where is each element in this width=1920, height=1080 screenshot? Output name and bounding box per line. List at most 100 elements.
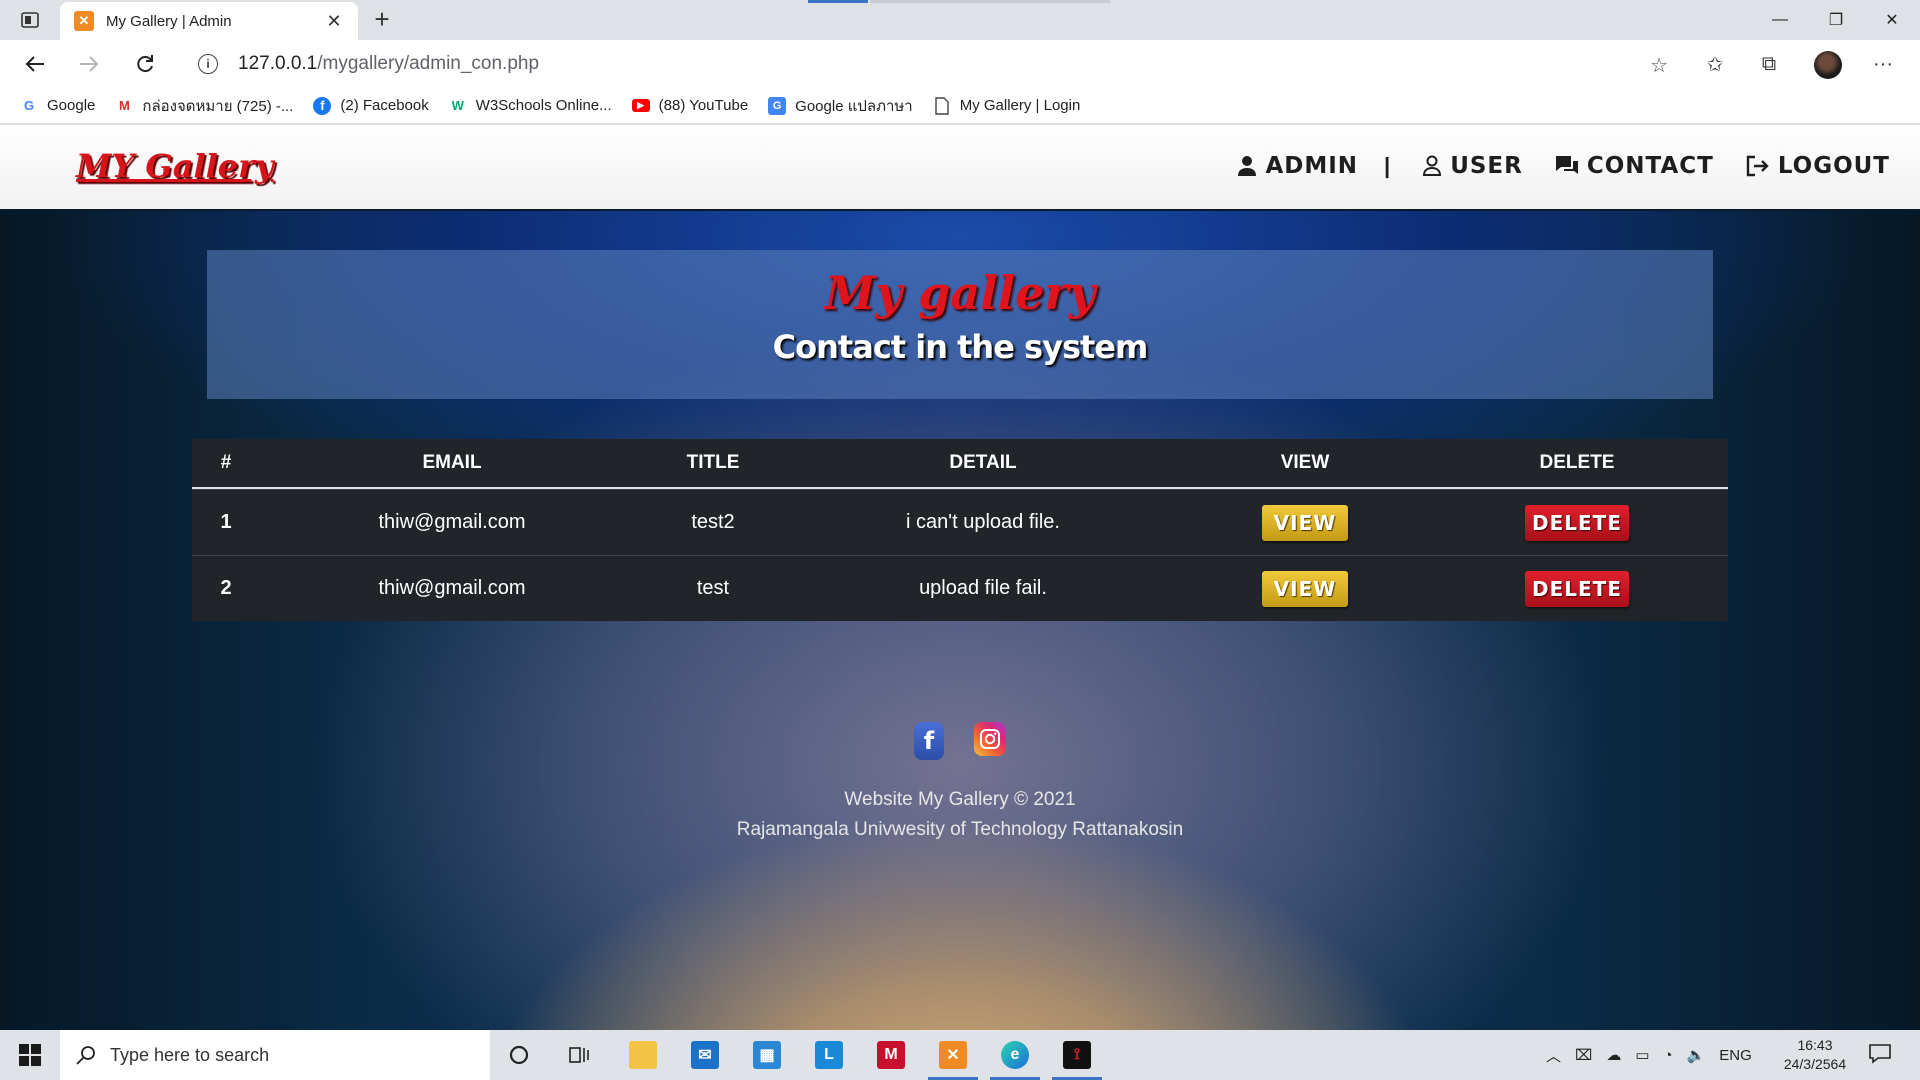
minimize-icon[interactable]: —	[1752, 0, 1808, 40]
edge-browser-icon[interactable]: e	[986, 1030, 1044, 1080]
task-view-icon[interactable]	[550, 1030, 608, 1080]
nav-separator: |	[1384, 153, 1391, 178]
contact-table: # EMAIL TITLE DETAIL VIEW DELETE 1 thiw@…	[192, 439, 1728, 621]
bookmark-google[interactable]: G Google	[20, 97, 95, 115]
gmail-icon: M	[118, 98, 130, 113]
collections-icon[interactable]: ⧉	[1752, 48, 1786, 80]
xampp-favicon-icon: ✕	[74, 11, 94, 31]
row-delete-cell: DELETE	[1426, 504, 1728, 541]
facebook-icon: f	[313, 96, 332, 115]
window-close-icon[interactable]: ✕	[1864, 0, 1920, 40]
bookmark-my-gallery-login[interactable]: My Gallery | Login	[933, 96, 1081, 115]
w3schools-icon: W	[451, 98, 464, 113]
bookmark-youtube[interactable]: ▶ (88) YouTube	[631, 97, 749, 114]
row-num: 2	[220, 577, 232, 599]
battery-icon[interactable]: ▭	[1635, 1046, 1649, 1064]
hero-title: My gallery	[824, 266, 1096, 320]
address-bar[interactable]: i 127.0.0.1/mygallery/admin_con.php ☆	[180, 45, 1680, 83]
site-brand-logo[interactable]: MY Gallery	[76, 147, 274, 185]
view-button[interactable]: VIEW	[1262, 504, 1348, 541]
nav-user-label: USER	[1450, 153, 1523, 179]
refresh-icon[interactable]	[128, 48, 162, 80]
browser-tabstrip: ✕ My Gallery | Admin ✕ + — ❐ ✕	[0, 0, 1920, 40]
nav-contact-label: CONTACT	[1586, 153, 1714, 179]
view-button[interactable]: VIEW	[1262, 570, 1348, 607]
language-indicator[interactable]: ENG	[1719, 1047, 1752, 1064]
header-email: EMAIL	[422, 452, 482, 473]
windows-taskbar: Type here to search ✉ ▦ L M ✕ e ⟟ ︿ ⌧ ☁ …	[0, 1030, 1920, 1080]
clock-date: 24/3/2564	[1783, 1056, 1847, 1072]
volume-icon[interactable]: 🔈	[1687, 1046, 1706, 1064]
browser-toolbar: i 127.0.0.1/mygallery/admin_con.php ☆ ✩ …	[0, 40, 1920, 88]
facebook-icon[interactable]: f	[914, 722, 944, 760]
bookmark-facebook[interactable]: f (2) Facebook	[313, 96, 429, 115]
instagram-icon[interactable]	[974, 722, 1006, 756]
line-app-icon[interactable]: L	[800, 1030, 858, 1080]
bookmark-google-translate[interactable]: G Google แปลภาษา	[768, 94, 913, 118]
mcafee-icon[interactable]: M	[862, 1030, 920, 1080]
tab-actions-icon[interactable]	[18, 9, 42, 31]
tab-drag-region	[870, 0, 1110, 3]
back-arrow-icon[interactable]	[18, 48, 52, 80]
delete-button[interactable]: DELETE	[1525, 504, 1629, 541]
delete-button[interactable]: DELETE	[1525, 570, 1629, 607]
restore-icon[interactable]: ❐	[1808, 0, 1864, 40]
windows-start-icon[interactable]	[0, 1030, 60, 1080]
row-delete-cell: DELETE	[1426, 570, 1728, 607]
tab-title: My Gallery | Admin	[106, 12, 232, 30]
tab-close-icon[interactable]: ✕	[324, 11, 344, 32]
bookmark-label: My Gallery | Login	[959, 97, 1081, 114]
row-detail: upload file fail.	[919, 577, 1047, 599]
forward-arrow-icon[interactable]	[72, 48, 106, 80]
table-row: 1 thiw@gmail.com test2 i can't upload fi…	[192, 489, 1728, 555]
xampp-icon[interactable]: ✕	[924, 1030, 982, 1080]
hero-subtitle: Contact in the system	[772, 328, 1149, 366]
file-explorer-icon[interactable]	[614, 1030, 672, 1080]
taskbar-clock[interactable]: 16:43 24/3/2564	[1770, 1036, 1860, 1074]
youtube-icon: ▶	[631, 99, 650, 112]
profile-avatar[interactable]	[1814, 51, 1842, 79]
row-view-cell: VIEW	[1184, 504, 1426, 541]
new-tab-icon[interactable]: +	[368, 6, 396, 34]
table-header-row: # EMAIL TITLE DETAIL VIEW DELETE	[192, 439, 1728, 489]
search-placeholder: Type here to search	[110, 1044, 270, 1065]
browser-tab-active[interactable]: ✕ My Gallery | Admin ✕	[60, 2, 358, 40]
more-menu-icon[interactable]: ···	[1866, 48, 1900, 80]
store-icon[interactable]: ▦	[738, 1030, 796, 1080]
header-view: VIEW	[1280, 452, 1330, 473]
mail-icon[interactable]: ✉	[676, 1030, 734, 1080]
wifi-icon[interactable]: ◔	[1664, 1047, 1673, 1064]
row-title: test2	[691, 511, 735, 533]
cortana-icon[interactable]	[490, 1030, 548, 1080]
nav-logout-label: LOGOUT	[1777, 153, 1890, 179]
nav-user[interactable]: USER	[1422, 153, 1523, 179]
site-info-icon[interactable]: i	[198, 54, 218, 74]
nav-contact[interactable]: CONTACT	[1555, 153, 1714, 179]
tab-loading-indicator	[808, 0, 868, 3]
notification-center-icon[interactable]	[1868, 1043, 1892, 1065]
tray-expand-icon[interactable]: ︿	[1546, 1045, 1561, 1066]
bookmarks-bar: G Google M กล่องจดหมาย (725) -... f (2) …	[0, 88, 1920, 124]
bookmark-label: Google	[47, 97, 96, 114]
bookmark-gmail[interactable]: M กล่องจดหมาย (725) -...	[115, 94, 293, 118]
add-favorite-icon[interactable]: ☆	[1650, 53, 1668, 78]
bookmark-label: (88) YouTube	[658, 97, 749, 114]
nav-admin-label: ADMIN	[1265, 153, 1359, 179]
chat-bubbles-icon	[1555, 156, 1578, 174]
site-footer: Website My Gallery © 2021 Rajamangala Un…	[0, 785, 1920, 845]
google-translate-icon: G	[768, 96, 787, 115]
nav-logout[interactable]: LOGOUT	[1746, 153, 1890, 179]
garena-icon[interactable]: ⟟	[1048, 1030, 1106, 1080]
taskbar-search[interactable]: Type here to search	[60, 1030, 490, 1080]
page-icon	[933, 96, 951, 115]
nav-admin[interactable]: ADMIN	[1237, 153, 1358, 179]
hero-banner: My gallery Contact in the system	[207, 250, 1713, 399]
tray-device-icon[interactable]: ⌧	[1575, 1046, 1592, 1064]
bookmark-w3schools[interactable]: W W3Schools Online...	[449, 97, 612, 115]
favorites-icon[interactable]: ✩	[1698, 48, 1732, 80]
table-row: 2 thiw@gmail.com test upload file fail. …	[192, 555, 1728, 621]
bookmark-label: Google แปลภาษา	[795, 97, 913, 115]
admin-user-icon	[1238, 156, 1257, 176]
search-icon	[76, 1046, 95, 1065]
onedrive-icon[interactable]: ☁	[1606, 1046, 1621, 1064]
